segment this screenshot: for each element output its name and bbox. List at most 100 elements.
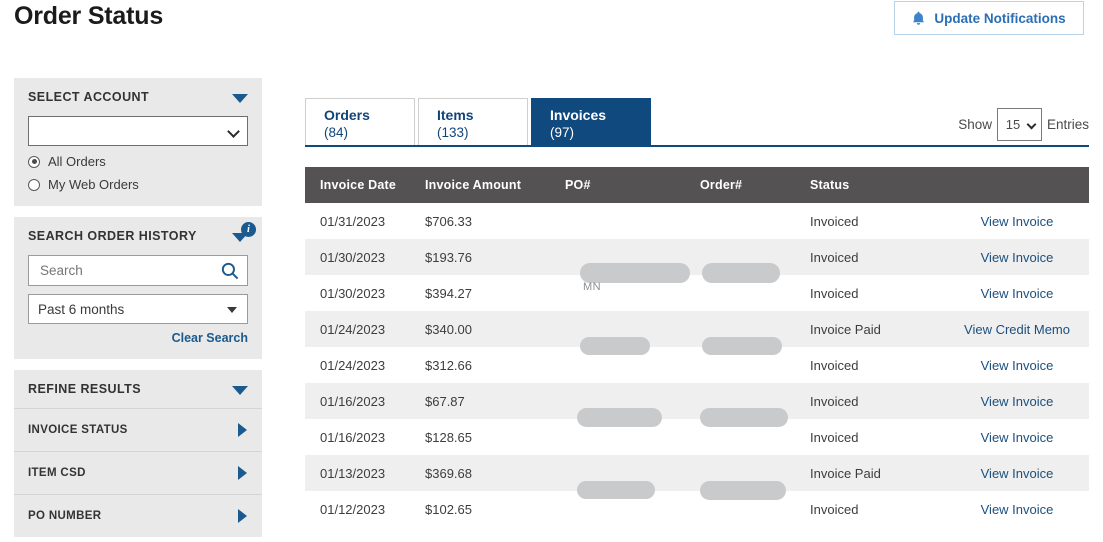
table-row: 01/24/2023$340.00Invoice PaidView Credit…	[305, 311, 1089, 347]
entries-select[interactable]: 15	[997, 108, 1042, 141]
radio-my-web-orders-label: My Web Orders	[48, 177, 139, 192]
cell-invoice-amount: $312.66	[425, 358, 565, 373]
cell-action: View Invoice	[945, 430, 1089, 445]
chevron-down-icon	[232, 386, 248, 395]
cell-action: View Credit Memo	[945, 322, 1089, 337]
cell-action: View Invoice	[945, 250, 1089, 265]
cell-status: Invoiced	[810, 250, 945, 265]
cell-action: View Invoice	[945, 286, 1089, 301]
filter-invoice-status[interactable]: INVOICE STATUS	[14, 408, 262, 451]
cell-invoice-date: 01/12/2023	[305, 502, 425, 517]
sidebar: SELECT ACCOUNT All Orders My Web Orders	[14, 78, 262, 542]
column-invoice-date: Invoice Date	[305, 178, 425, 192]
filter-item-csd[interactable]: ITEM CSD	[14, 451, 262, 494]
view-invoice-link[interactable]: View Invoice	[981, 502, 1054, 517]
refine-results-header[interactable]: REFINE RESULTS	[14, 370, 262, 408]
cell-action: View Invoice	[945, 466, 1089, 481]
view-invoice-link[interactable]: View Invoice	[981, 466, 1054, 481]
bell-icon	[912, 11, 925, 26]
cell-invoice-date: 01/16/2023	[305, 394, 425, 409]
info-icon[interactable]: i	[241, 222, 256, 237]
view-invoice-link[interactable]: View Invoice	[981, 430, 1054, 445]
filter-po-number-label: PO NUMBER	[28, 510, 101, 522]
chevron-right-icon	[238, 466, 247, 480]
chevron-right-icon	[238, 509, 247, 523]
tab-items-label: Items	[437, 107, 527, 124]
date-range-value: Past 6 months	[38, 302, 124, 317]
table-row: 01/16/2023$128.65InvoicedView Invoice	[305, 419, 1089, 455]
invoices-table: Invoice Date Invoice Amount PO# Order# S…	[305, 167, 1089, 527]
view-invoice-link[interactable]: View Invoice	[981, 394, 1054, 409]
view-invoice-link[interactable]: View Invoice	[981, 286, 1054, 301]
table-header-row: Invoice Date Invoice Amount PO# Order# S…	[305, 167, 1089, 203]
view-invoice-link[interactable]: View Invoice	[981, 250, 1054, 265]
cell-status: Invoice Paid	[810, 322, 945, 337]
table-body: 01/31/2023$706.33InvoicedView Invoice01/…	[305, 203, 1089, 527]
tab-orders[interactable]: Orders (84)	[305, 98, 415, 146]
account-select[interactable]	[28, 116, 248, 146]
tab-items[interactable]: Items (133)	[418, 98, 528, 146]
radio-my-web-orders[interactable]: My Web Orders	[28, 177, 248, 192]
date-range-select[interactable]: Past 6 months	[28, 294, 248, 324]
search-order-history-header[interactable]: SEARCH ORDER HISTORY i	[14, 217, 262, 255]
cell-invoice-date: 01/24/2023	[305, 358, 425, 373]
cell-invoice-date: 01/30/2023	[305, 286, 425, 301]
table-row: 01/13/2023$369.68Invoice PaidView Invoic…	[305, 455, 1089, 491]
tab-items-count: (133)	[437, 124, 527, 141]
table-row: 01/12/2023$102.65 Invoiced View Invoice	[305, 491, 1089, 527]
cell-status: Invoice Paid	[810, 466, 945, 481]
show-entries-suffix: Entries	[1047, 117, 1089, 132]
select-account-title: SELECT ACCOUNT	[28, 90, 149, 104]
search-order-history-title: SEARCH ORDER HISTORY	[28, 229, 197, 243]
update-notifications-label: Update Notifications	[934, 11, 1065, 26]
view-invoice-link[interactable]: View Credit Memo	[964, 322, 1070, 337]
view-invoice-link[interactable]: View Invoice	[981, 214, 1054, 229]
filter-item-csd-label: ITEM CSD	[28, 467, 86, 479]
cell-status: Invoiced	[810, 358, 945, 373]
radio-all-orders-control[interactable]	[28, 156, 40, 168]
update-notifications-button[interactable]: Update Notifications	[894, 1, 1084, 35]
cell-action: View Invoice	[945, 502, 1089, 517]
search-input-wrapper[interactable]	[28, 255, 248, 286]
main-content: Orders (84) Items (133) Invoices (97) Sh…	[305, 78, 1089, 133]
cell-invoice-amount: $394.27	[425, 286, 565, 301]
cell-invoice-date: 01/31/2023	[305, 214, 425, 229]
cell-invoice-amount: $369.68	[425, 466, 565, 481]
tab-invoices-label: Invoices	[550, 107, 650, 124]
column-status: Status	[810, 178, 945, 192]
cell-invoice-amount: $128.65	[425, 430, 565, 445]
cell-status: Invoiced	[810, 502, 945, 517]
entries-select-value: 15	[1006, 117, 1020, 132]
cell-invoice-amount: $102.65	[425, 502, 565, 517]
select-account-header[interactable]: SELECT ACCOUNT	[14, 78, 262, 116]
table-row: 01/31/2023$706.33InvoicedView Invoice	[305, 203, 1089, 239]
search-order-history-panel: SEARCH ORDER HISTORY i Past 6 months	[14, 217, 262, 359]
select-account-panel: SELECT ACCOUNT All Orders My Web Orders	[14, 78, 262, 206]
magnifier-icon[interactable]	[221, 262, 239, 285]
cell-invoice-amount: $340.00	[425, 322, 565, 337]
refine-results-panel: REFINE RESULTS INVOICE STATUS ITEM CSD P…	[14, 370, 262, 537]
clear-search-link[interactable]: Clear Search	[28, 331, 248, 345]
cell-status: Invoiced	[810, 214, 945, 229]
chevron-right-icon	[238, 423, 247, 437]
filter-invoice-status-label: INVOICE STATUS	[28, 424, 128, 436]
radio-all-orders[interactable]: All Orders	[28, 154, 248, 169]
chevron-down-icon	[227, 307, 237, 313]
column-po-number: PO#	[565, 178, 700, 192]
table-row: 01/16/2023$67.87InvoicedView Invoice	[305, 383, 1089, 419]
cell-action: View Invoice	[945, 358, 1089, 373]
chevron-down-icon	[1027, 120, 1037, 130]
search-input[interactable]	[38, 262, 213, 279]
cell-invoice-date: 01/16/2023	[305, 430, 425, 445]
view-invoice-link[interactable]: View Invoice	[981, 358, 1054, 373]
tab-bar: Orders (84) Items (133) Invoices (97) Sh…	[305, 78, 1089, 133]
filter-po-number[interactable]: PO NUMBER	[14, 494, 262, 537]
show-entries-prefix: Show	[958, 117, 992, 132]
radio-my-web-orders-control[interactable]	[28, 179, 40, 191]
tab-invoices[interactable]: Invoices (97)	[531, 98, 651, 146]
table-row: 01/30/2023$193.76MNInvoicedView Invoice	[305, 239, 1089, 275]
cell-action: View Invoice	[945, 214, 1089, 229]
cell-invoice-amount: $67.87	[425, 394, 565, 409]
cell-invoice-date: 01/30/2023	[305, 250, 425, 265]
chevron-down-icon	[227, 125, 240, 138]
